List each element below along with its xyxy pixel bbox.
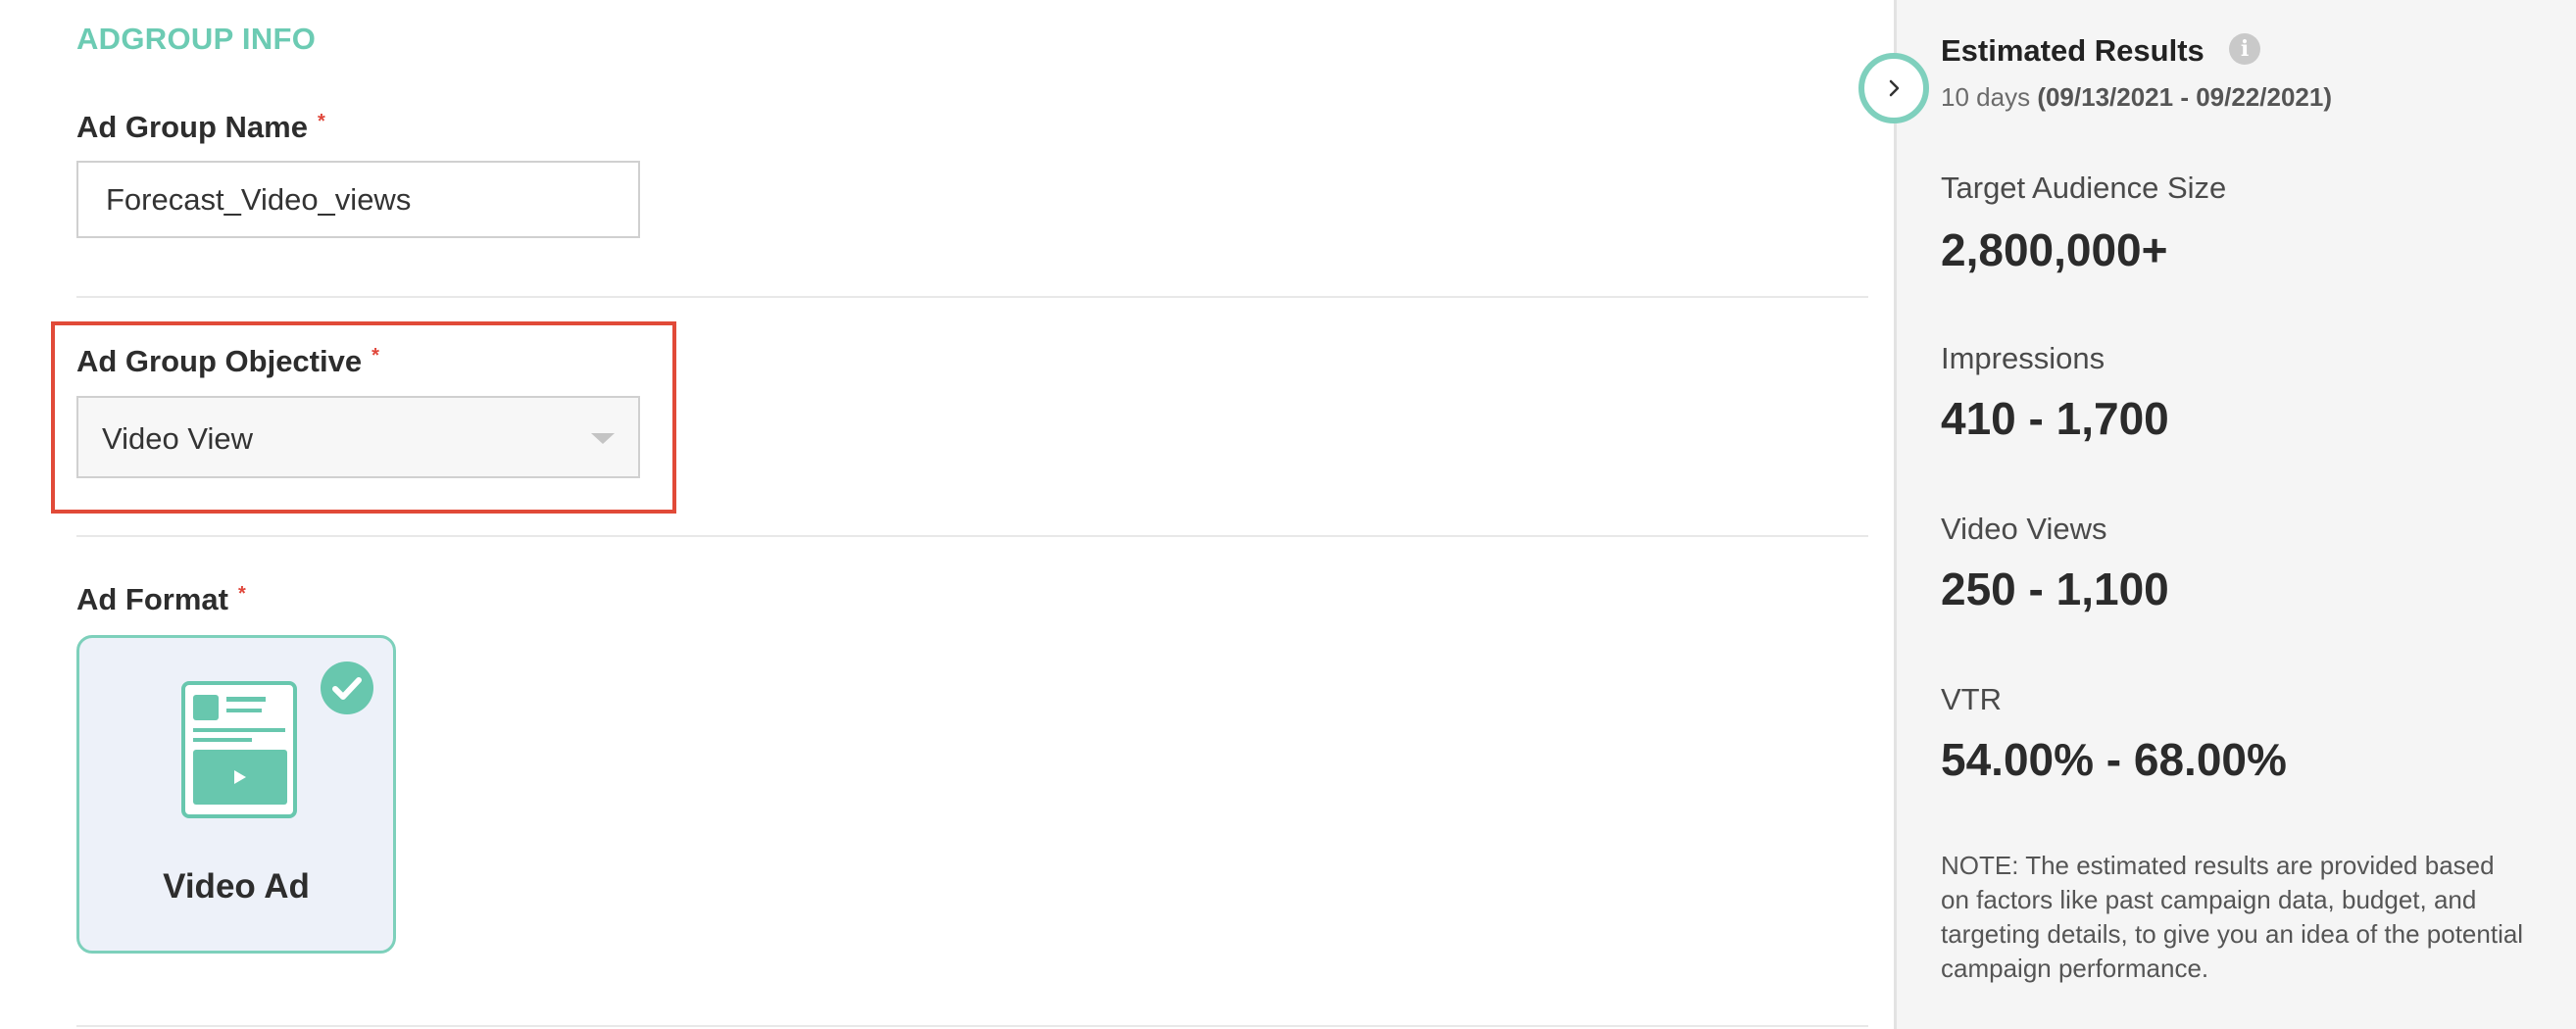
collapse-panel-button[interactable] bbox=[1858, 53, 1929, 123]
video-ad-format-card[interactable]: Video Ad bbox=[76, 635, 396, 954]
ad-group-objective-label: Ad Group Objective * bbox=[76, 344, 379, 379]
required-asterisk: * bbox=[317, 111, 325, 132]
metric-value-impressions: 410 - 1,700 bbox=[1941, 393, 2169, 444]
metric-label-impressions: Impressions bbox=[1941, 341, 2105, 375]
ad-group-objective-select[interactable]: Video View bbox=[76, 396, 640, 478]
date-range-summary: 10 days (09/13/2021 - 09/22/2021) bbox=[1941, 82, 2332, 113]
divider bbox=[76, 1025, 1868, 1027]
info-icon[interactable]: i bbox=[2229, 33, 2260, 65]
metric-value-target-audience: 2,800,000+ bbox=[1941, 224, 2168, 275]
ad-group-name-label-text: Ad Group Name bbox=[76, 110, 308, 144]
estimate-note: NOTE: The estimated results are provided… bbox=[1941, 851, 2524, 983]
required-asterisk: * bbox=[372, 345, 379, 367]
objective-selected-value: Video View bbox=[102, 421, 253, 456]
video-ad-icon bbox=[179, 679, 299, 825]
estimated-results-title: Estimated Results bbox=[1941, 33, 2204, 68]
date-range: (09/13/2021 - 09/22/2021) bbox=[2037, 82, 2332, 112]
ad-group-name-label: Ad Group Name * bbox=[76, 110, 325, 145]
divider bbox=[76, 296, 1868, 298]
main-form-area: ADGROUP INFO Ad Group Name * Ad Group Obj… bbox=[0, 0, 1894, 1029]
ad-group-name-input[interactable] bbox=[76, 161, 640, 238]
ad-format-label-text: Ad Format bbox=[76, 582, 228, 616]
chevron-right-icon bbox=[1889, 79, 1900, 97]
checkmark-icon bbox=[321, 662, 373, 714]
ad-format-label: Ad Format * bbox=[76, 582, 246, 617]
metric-label-target-audience: Target Audience Size bbox=[1941, 171, 2227, 205]
section-title: ADGROUP INFO bbox=[76, 22, 317, 56]
metric-value-vtr: 54.00% - 68.00% bbox=[1941, 734, 2287, 785]
divider bbox=[76, 535, 1868, 537]
metric-label-vtr: VTR bbox=[1941, 682, 2002, 716]
metric-label-video-views: Video Views bbox=[1941, 512, 2107, 546]
days-count: 10 days bbox=[1941, 82, 2031, 112]
dropdown-caret-icon bbox=[591, 433, 615, 444]
video-ad-label: Video Ad bbox=[163, 867, 310, 906]
metric-value-video-views: 250 - 1,100 bbox=[1941, 564, 2169, 614]
required-asterisk: * bbox=[238, 583, 246, 605]
ad-group-objective-label-text: Ad Group Objective bbox=[76, 344, 363, 378]
